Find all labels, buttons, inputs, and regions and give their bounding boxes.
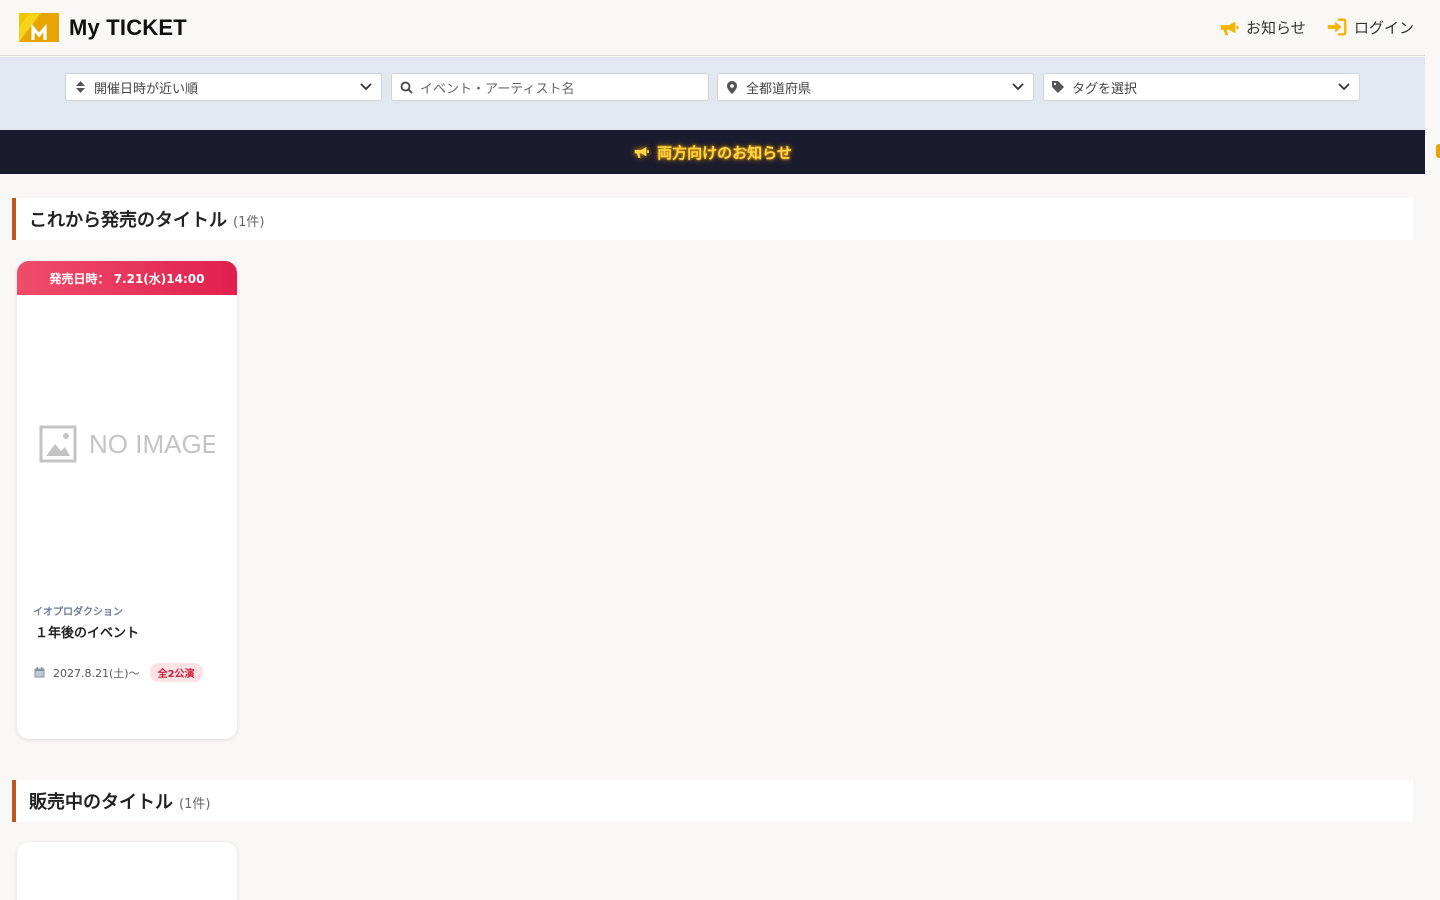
chevron-down-icon (1003, 83, 1033, 91)
tag-icon (1044, 81, 1072, 93)
sort-select[interactable]: 開催日時が近い順 (65, 73, 382, 101)
sort-value: 開催日時が近い順 (94, 81, 199, 97)
calendar-icon (34, 667, 45, 678)
section-header-upcoming: これから発売のタイトル (1件) (12, 198, 1413, 240)
event-card[interactable] (17, 842, 237, 900)
event-date: 2027.8.21(土)〜 (53, 666, 140, 680)
sale-date-banner: 発売日時： 7.21(水)14:00 (17, 261, 237, 295)
section-count: (1件) (233, 214, 265, 230)
sort-icon (66, 81, 94, 93)
megaphone-icon (1220, 21, 1239, 36)
megaphone-icon (634, 146, 650, 158)
no-image-placeholder: NO IMAGE (17, 295, 237, 595)
site-header: My TICKET お知らせ ログイン (0, 0, 1425, 56)
no-image-icon: NO IMAGE (39, 425, 215, 463)
news-link[interactable]: お知らせ (1218, 16, 1306, 38)
search-icon (392, 81, 420, 94)
event-card[interactable]: 発売日時： 7.21(水)14:00 NO IMAGE イオプロダクション １年… (17, 261, 237, 739)
banner-indicator (1436, 144, 1440, 158)
section-title: これから発売のタイトル (29, 210, 227, 231)
tag-select[interactable]: タグを選択 (1043, 73, 1360, 101)
prefecture-select[interactable]: 全都道府県 (717, 73, 1034, 101)
no-image-text: NO IMAGE (89, 429, 215, 459)
section-count: (1件) (179, 796, 211, 812)
section-header-on-sale: 販売中のタイトル (1件) (12, 780, 1413, 822)
login-label: ログイン (1354, 18, 1415, 37)
login-link[interactable]: ログイン (1326, 16, 1414, 38)
event-title[interactable]: １年後のイベント (35, 622, 237, 641)
filter-bar: 開催日時が近い順 イベント・アーティスト名 全都道府県 タグを選択 (0, 57, 1425, 130)
prefecture-value: 全都道府県 (746, 81, 812, 97)
chevron-down-icon (1329, 83, 1359, 91)
event-meta: 2027.8.21(土)〜 全2公演 (34, 663, 237, 682)
search-placeholder: イベント・アーティスト名 (420, 81, 575, 97)
banner-text: 両方向けのお知らせ (657, 143, 792, 162)
section-title: 販売中のタイトル (29, 792, 173, 813)
tag-value: タグを選択 (1072, 81, 1138, 97)
announcement-banner[interactable]: 両方向けのお知らせ (0, 130, 1425, 174)
location-pin-icon (718, 80, 746, 94)
organizer-name: イオプロダクション (33, 607, 123, 618)
login-icon (1327, 18, 1347, 36)
brand-logo[interactable] (19, 13, 59, 42)
search-input[interactable]: イベント・アーティスト名 (391, 73, 709, 101)
news-label: お知らせ (1246, 18, 1306, 37)
brand-name[interactable]: My TICKET (69, 15, 187, 41)
shows-badge: 全2公演 (149, 663, 203, 682)
chevron-down-icon (351, 83, 381, 91)
